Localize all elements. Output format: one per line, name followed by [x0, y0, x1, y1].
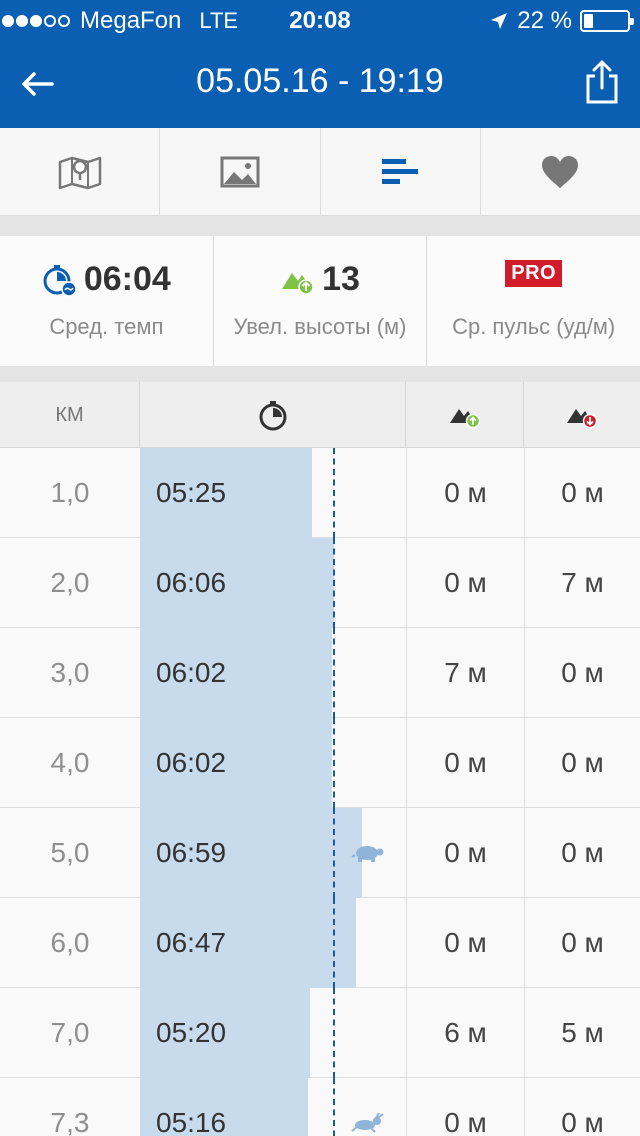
- table-row: 2,0 06:06 0 м7 м: [0, 538, 640, 628]
- share-icon[interactable]: [582, 58, 622, 106]
- tab-map[interactable]: [0, 128, 161, 215]
- avg-pace-value: 06:04: [83, 260, 171, 298]
- split-elevation-up: 0 м: [406, 538, 524, 628]
- split-pace: 06:02: [156, 747, 227, 778]
- split-elevation-down: 0 м: [524, 628, 640, 718]
- average-pace-line: [333, 1078, 335, 1136]
- split-km: 7,0: [50, 1017, 90, 1048]
- split-elevation-down: 0 м: [524, 448, 640, 538]
- header-pace: [140, 382, 406, 448]
- page-title: 05.05.16 - 19:19: [196, 62, 444, 100]
- split-elevation-down: 0 м: [524, 808, 640, 898]
- elevation-up-icon: [282, 272, 314, 295]
- split-pace: 05:20: [156, 1017, 227, 1048]
- average-pace-line: [333, 628, 335, 718]
- table-row: 7,3 05:16 0 м0 м: [0, 1078, 640, 1136]
- average-pace-line: [333, 988, 335, 1078]
- avg-pace-label: Сред. темп: [49, 314, 164, 339]
- pro-badge[interactable]: PRO: [505, 260, 563, 287]
- average-pace-line: [333, 808, 335, 898]
- stopwatch-icon: [259, 401, 286, 431]
- table-row: 7,0 05:20 6 м5 м: [0, 988, 640, 1078]
- split-km: 1,0: [50, 477, 90, 508]
- splits-table-header: КМ: [0, 382, 640, 448]
- average-pace-line: [333, 538, 335, 628]
- split-pace: 06:06: [156, 567, 227, 598]
- split-elevation-up: 0 м: [406, 1078, 524, 1136]
- split-km: 6,0: [50, 927, 90, 958]
- split-elevation-down: 5 м: [524, 988, 640, 1078]
- stopwatch-pace-icon: [43, 264, 77, 297]
- table-row: 5,0 06:59 0 м0 м: [0, 808, 640, 898]
- average-pace-line: [333, 448, 335, 538]
- section-divider: [0, 366, 640, 382]
- avg-heart-rate-label: Ср. пульс (уд/м): [452, 314, 616, 339]
- elevation-down-icon: [567, 409, 598, 429]
- split-km: 5,0: [50, 837, 90, 868]
- table-row: 3,0 06:02 7 м0 м: [0, 628, 640, 718]
- split-elevation-down: 7 м: [524, 538, 640, 628]
- stat-elevation-gain: 13 Увел. высоты (м): [212, 236, 427, 366]
- header-elevation-up: [406, 382, 524, 448]
- average-pace-line: [333, 898, 335, 988]
- tab-bar: [0, 128, 640, 216]
- split-elevation-down: 0 м: [524, 718, 640, 808]
- fastest-rabbit-icon: [351, 1112, 385, 1136]
- tab-splits[interactable]: [321, 128, 481, 215]
- split-km: 2,0: [50, 567, 90, 598]
- splits-icon: [382, 158, 419, 184]
- table-row: 4,0 06:02 0 м0 м: [0, 718, 640, 808]
- split-elevation-down: 0 м: [524, 898, 640, 988]
- summary-panel: 06:04 Сред. темп 13 Увел. высоты (м) PRO…: [0, 236, 640, 366]
- split-pace: 06:02: [156, 657, 227, 688]
- table-row: 1,0 05:25 0 м0 м: [0, 448, 640, 538]
- split-elevation-up: 0 м: [406, 808, 524, 898]
- tab-photos[interactable]: [160, 128, 321, 215]
- header-km: КМ: [0, 382, 140, 448]
- average-pace-line: [333, 718, 335, 808]
- slowest-turtle-icon: [351, 843, 385, 868]
- location-arrow-icon: [491, 13, 508, 29]
- split-elevation-up: 7 м: [406, 628, 524, 718]
- split-pace: 05:25: [156, 477, 227, 508]
- elevation-gain-value: 13: [322, 260, 360, 298]
- split-elevation-up: 0 м: [406, 448, 524, 538]
- split-elevation-up: 6 м: [406, 988, 524, 1078]
- split-km: 7,3: [50, 1107, 90, 1136]
- stat-avg-pace: 06:04 Сред. темп: [0, 236, 213, 366]
- tab-heart-rate[interactable]: [481, 128, 640, 215]
- status-bar: MegaFon LTE 20:08 22 %: [0, 0, 640, 40]
- stat-avg-heart-rate[interactable]: PRO Ср. пульс (уд/м): [426, 236, 640, 366]
- split-elevation-up: 0 м: [406, 718, 524, 808]
- split-pace: 06:47: [156, 927, 227, 958]
- battery-percent: 22 %: [517, 7, 572, 34]
- heart-icon: [542, 155, 579, 188]
- nav-bar: 05.05.16 - 19:19: [0, 40, 640, 128]
- header-elevation-down: [524, 382, 640, 448]
- elevation-gain-label: Увел. высоты (м): [233, 314, 407, 339]
- table-row: 6,0 06:47 0 м0 м: [0, 898, 640, 988]
- splits-table-body[interactable]: 1,0 05:25 0 м0 м 2,0 06:06 0 м7 м 3,0 06:02 7 м0…: [0, 448, 640, 1136]
- elevation-up-icon: [449, 409, 480, 429]
- split-elevation-down: 0 м: [524, 1078, 640, 1136]
- map-icon: [58, 156, 101, 189]
- battery-icon: [580, 10, 634, 32]
- split-elevation-up: 0 м: [406, 898, 524, 988]
- split-km: 3,0: [50, 657, 90, 688]
- section-divider: [0, 216, 640, 236]
- photo-icon: [220, 156, 260, 187]
- split-km: 4,0: [50, 747, 90, 778]
